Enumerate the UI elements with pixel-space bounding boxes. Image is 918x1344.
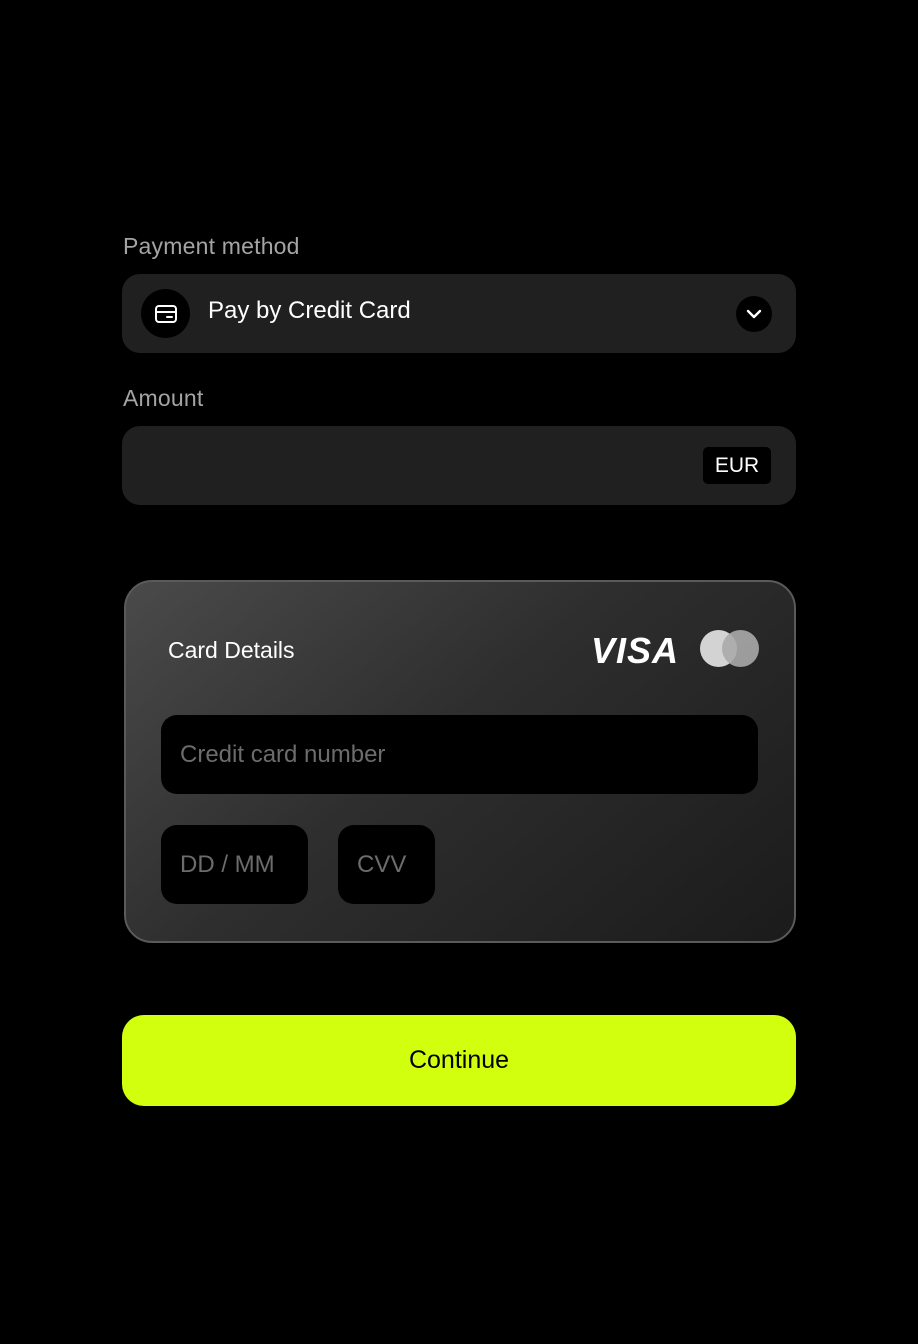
- continue-button[interactable]: Continue: [122, 1015, 796, 1106]
- credit-card-icon: [141, 289, 190, 338]
- payment-form: Payment method Pay by Credit Card Amount…: [0, 0, 918, 1344]
- visa-logo: VISA: [591, 630, 680, 671]
- amount-label: Amount: [123, 385, 204, 411]
- card-details-panel: Card Details VISA: [124, 580, 796, 943]
- mastercard-icon: [700, 630, 760, 668]
- chevron-down-icon[interactable]: [736, 296, 772, 332]
- amount-input[interactable]: [142, 446, 686, 488]
- payment-method-value: Pay by Credit Card: [208, 297, 411, 324]
- expiry-date-input[interactable]: [161, 825, 308, 904]
- card-details-title: Card Details: [168, 637, 295, 663]
- currency-badge[interactable]: EUR: [703, 447, 771, 484]
- cvv-input[interactable]: [338, 825, 435, 904]
- payment-method-select[interactable]: Pay by Credit Card: [122, 274, 796, 353]
- card-number-input[interactable]: [161, 715, 758, 794]
- mastercard-right-circle: [722, 630, 759, 667]
- payment-method-label: Payment method: [123, 233, 300, 259]
- amount-field: EUR: [122, 426, 796, 505]
